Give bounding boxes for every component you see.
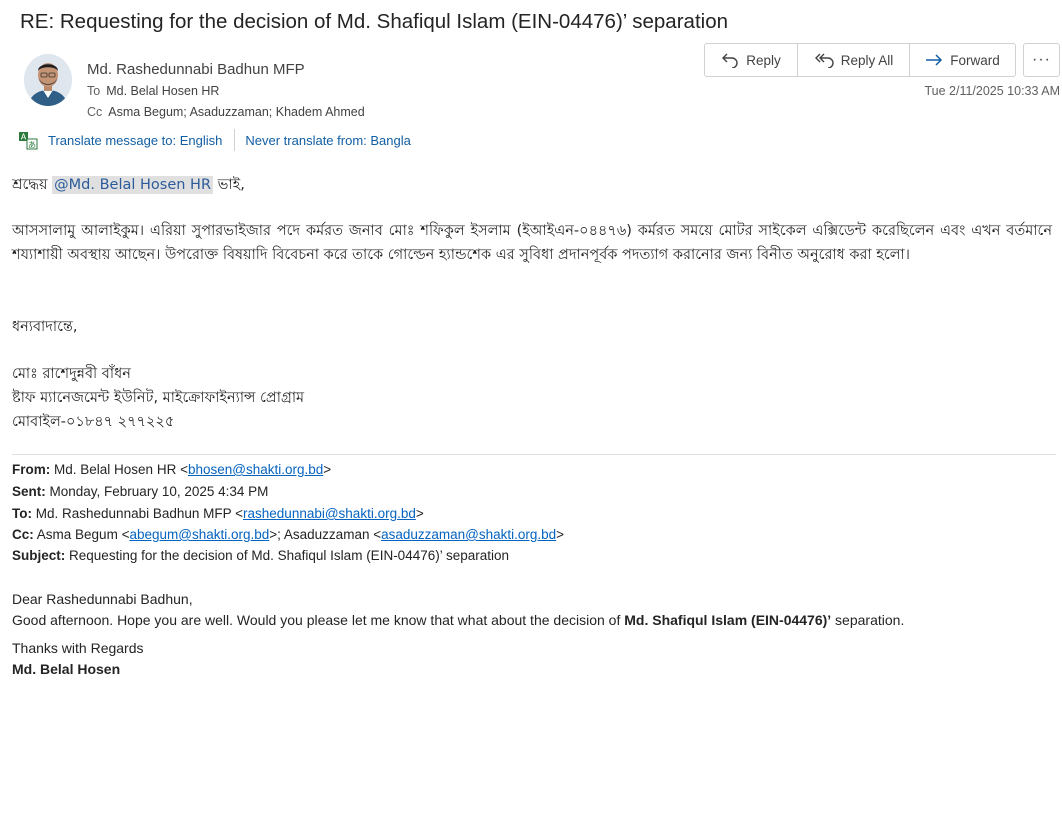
quoted-line-prefix: Good afternoon. Hope you are well. Would… — [12, 612, 625, 628]
signature-mobile: মোবাইল-০১৮৪৭ ২৭৭২২৫ — [12, 414, 175, 430]
to-recipient[interactable]: Md. Belal Hosen HR — [106, 84, 219, 98]
quoted-from-email-link[interactable]: bhosen@shakti.org.bd — [188, 462, 323, 477]
quoted-to: To: Md. Rashedunnabi Badhun MFP <rashedu… — [12, 506, 424, 521]
quoted-message-line: Good afternoon. Hope you are well. Would… — [12, 612, 904, 628]
reply-all-button[interactable]: Reply All — [797, 43, 909, 77]
quoted-cc: Cc: Asma Begum <abegum@shakti.org.bd>; A… — [12, 527, 565, 542]
quoted-subject: Subject: Requesting for the decision of … — [12, 548, 509, 563]
quoted-line-suffix: separation. — [831, 612, 905, 628]
cc-recipients[interactable]: Asma Begum; Asaduzzaman; Khadem Ahmed — [108, 105, 364, 119]
forward-button[interactable]: Forward — [909, 43, 1016, 77]
more-actions-button[interactable]: ··· — [1023, 43, 1060, 77]
signature-title: ষ্টাফ ম্যানেজমেন্ট ইউনিট, মাইক্রোফাইন্যা… — [12, 390, 305, 406]
translate-icon: A あ — [18, 130, 40, 150]
sender-name[interactable]: Md. Rashedunnabi Badhun MFP — [87, 61, 305, 78]
never-translate-link[interactable]: Never translate from: Bangla — [245, 133, 410, 148]
reply-all-icon — [814, 52, 834, 68]
svg-text:A: A — [21, 133, 27, 142]
quoted-sent-value: Monday, February 10, 2025 4:34 PM — [49, 484, 269, 499]
translate-bar: A あ Translate message to: English Never … — [18, 129, 411, 151]
forward-arrow-icon — [925, 53, 943, 67]
cc-line: Cc Asma Begum; Asaduzzaman; Khadem Ahmed — [87, 105, 365, 119]
mention-tag[interactable]: @Md. Belal Hosen HR — [52, 176, 214, 194]
quoted-cc2-email-link[interactable]: asaduzzaman@shakti.org.bd — [381, 527, 556, 542]
quoted-signature-name: Md. Belal Hosen — [12, 661, 121, 675]
quoted-to-email-link[interactable]: rashedunnabi@shakti.org.bd — [243, 506, 416, 521]
to-label: To — [87, 84, 101, 98]
quoted-to-name: Md. Rashedunnabi Badhun MFP — [35, 506, 232, 521]
signature-name: মোঃ রাশেদুন্নবী বাঁধন — [12, 366, 131, 382]
closing-line: ধন্যবাদান্তে, — [12, 319, 78, 335]
translate-message-link[interactable]: Translate message to: English — [48, 133, 222, 148]
reply-label: Reply — [746, 52, 781, 68]
quoted-cc1-email-link[interactable]: abegum@shakti.org.bd — [129, 527, 269, 542]
greeting-suffix: ভাই, — [217, 177, 245, 193]
quoted-cc-label: Cc: — [12, 527, 34, 542]
quoted-to-label: To: — [12, 506, 32, 521]
reply-button[interactable]: Reply — [704, 43, 797, 77]
email-subject: RE: Requesting for the decision of Md. S… — [20, 10, 728, 33]
quoted-line-bold: Md. Shafiqul Islam (EIN-04476)’ — [624, 612, 832, 628]
body-paragraph: আসসালামু আলাইকুম। এরিয়া সুপারভাইজার পদে… — [12, 223, 1052, 263]
forward-label: Forward — [950, 52, 1000, 68]
quoted-from: From: Md. Belal Hosen HR <bhosen@shakti.… — [12, 462, 332, 477]
sent-date: Tue 2/11/2025 10:33 AM — [924, 84, 1060, 98]
cc-label: Cc — [87, 105, 103, 119]
quoted-from-name: Md. Belal Hosen HR — [54, 462, 177, 477]
greeting-prefix: শ্রদ্ধেয় — [12, 177, 48, 193]
quoted-salutation: Dear Rashedunnabi Badhun, — [12, 591, 193, 607]
svg-text:あ: あ — [28, 141, 36, 150]
quoted-sent-label: Sent: — [12, 484, 46, 499]
greeting-line: শ্রদ্ধেয় @Md. Belal Hosen HR ভাই, — [12, 174, 245, 198]
reply-icon — [721, 52, 739, 68]
message-actions: Reply Reply All Forward — [704, 43, 1016, 77]
to-line: To Md. Belal Hosen HR — [87, 84, 219, 98]
quoted-from-label: From: — [12, 462, 51, 477]
quoted-sent: Sent: Monday, February 10, 2025 4:34 PM — [12, 484, 268, 499]
quote-divider — [12, 454, 1056, 455]
quoted-cc1-name: Asma Begum — [36, 527, 118, 542]
quoted-subject-label: Subject: — [12, 548, 66, 563]
translate-divider — [234, 129, 236, 151]
reply-all-label: Reply All — [840, 52, 894, 68]
quoted-cc2-name: Asaduzzaman — [283, 527, 370, 542]
quoted-thanks: Thanks with Regards — [12, 640, 144, 656]
quoted-subject-value: Requesting for the decision of Md. Shafi… — [69, 548, 510, 563]
sender-avatar[interactable] — [24, 54, 72, 106]
